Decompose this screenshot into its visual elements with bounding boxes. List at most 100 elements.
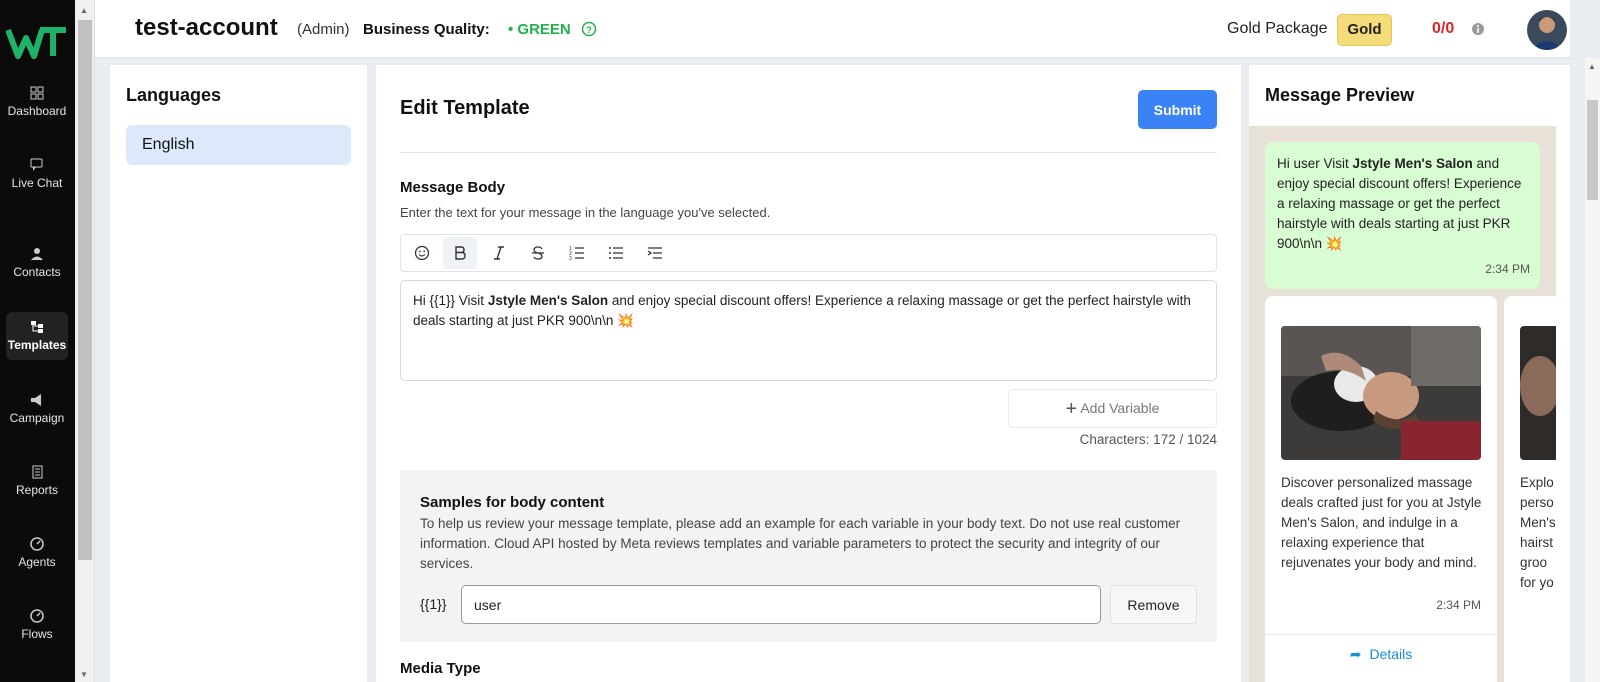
svg-text:?: ? xyxy=(586,25,592,35)
scroll-up-arrow-icon[interactable]: ▲ xyxy=(1588,62,1596,71)
sidebar-item-label: Flows xyxy=(21,627,53,641)
business-quality-value: • GREEN xyxy=(508,21,571,38)
card-divider xyxy=(1265,634,1497,635)
sidebar-item-dashboard[interactable]: Dashboard xyxy=(6,86,68,126)
chat-background: Hi user Visit Jstyle Men's Salon and enj… xyxy=(1249,126,1556,682)
svg-text:3: 3 xyxy=(569,256,572,261)
emoji-button[interactable] xyxy=(405,237,439,269)
body-text-start: Hi {{1}} Visit xyxy=(413,293,488,308)
sidebar-item-contacts[interactable]: Contacts xyxy=(6,247,68,287)
scrollbar-thumb[interactable] xyxy=(1587,100,1598,200)
sidebar-item-templates[interactable]: Templates xyxy=(6,312,68,360)
user-icon xyxy=(31,248,43,260)
indent-icon xyxy=(647,247,662,259)
quota-counter: 0/0 xyxy=(1432,20,1455,37)
samples-section: Samples for body content To help us revi… xyxy=(400,470,1217,642)
variable-sample-input[interactable] xyxy=(461,585,1101,624)
bubble-text-start: Hi user Visit xyxy=(1277,156,1353,171)
sidebar: Dashboard Live Chat Contacts Templates C… xyxy=(0,0,75,682)
account-name: test-account xyxy=(135,14,278,41)
divider xyxy=(400,152,1217,153)
scroll-up-arrow-icon[interactable]: ▲ xyxy=(80,6,88,15)
edit-template-title: Edit Template xyxy=(400,97,530,119)
remove-variable-button[interactable]: Remove xyxy=(1110,585,1197,624)
sidebar-item-label: Reports xyxy=(15,483,59,497)
strikethrough-icon xyxy=(532,246,544,260)
italic-icon xyxy=(494,246,504,260)
message-body-title: Message Body xyxy=(400,179,506,196)
languages-title: Languages xyxy=(126,85,222,105)
sidebar-item-live-chat[interactable]: Live Chat xyxy=(6,158,68,208)
bullet-list-icon xyxy=(609,247,623,259)
strikethrough-button[interactable] xyxy=(521,237,555,269)
templates-icon xyxy=(31,321,43,333)
account-role: (Admin) xyxy=(297,21,350,38)
emoji-icon xyxy=(414,245,430,261)
languages-panel: Languages English xyxy=(110,65,367,682)
card-image xyxy=(1281,326,1481,460)
app-logo[interactable] xyxy=(6,26,68,60)
formatting-toolbar: 123 xyxy=(400,234,1217,272)
scroll-down-arrow-icon[interactable]: ▼ xyxy=(80,670,88,679)
ordered-list-icon: 123 xyxy=(569,246,584,261)
sidebar-item-reports[interactable]: Reports xyxy=(6,465,68,505)
message-bubble: Hi user Visit Jstyle Men's Salon and enj… xyxy=(1265,142,1540,289)
bubble-text-bold: Jstyle Men's Salon xyxy=(1352,156,1473,171)
sidebar-item-label: Dashboard xyxy=(7,104,67,118)
bold-icon xyxy=(455,246,466,260)
top-header: test-account (Admin) Business Quality: •… xyxy=(95,0,1570,58)
card-description: Discover personalized massage deals craf… xyxy=(1281,475,1482,570)
scrollbar-thumb[interactable] xyxy=(78,20,92,560)
sidebar-scrollbar[interactable]: ▲ ▼ xyxy=(75,0,95,682)
sidebar-item-label: Campaign xyxy=(9,411,65,425)
package-badge: Gold xyxy=(1337,14,1392,46)
ordered-list-button[interactable]: 123 xyxy=(560,237,594,269)
megaphone-icon xyxy=(31,394,41,406)
message-preview-panel: Message Preview Hi user Visit Jstyle Men… xyxy=(1249,65,1570,682)
gauge-icon xyxy=(30,537,44,551)
sidebar-item-label: Live Chat xyxy=(11,176,63,190)
message-body-editor[interactable]: Hi {{1}} Visit Jstyle Men's Salon and en… xyxy=(400,280,1217,381)
sidebar-item-agents[interactable]: Agents xyxy=(6,537,68,577)
message-time: 2:34 PM xyxy=(1485,262,1530,276)
share-arrow-icon: ➦ xyxy=(1349,646,1362,662)
add-variable-button[interactable]: + Add Variable xyxy=(1008,389,1217,428)
preview-title: Message Preview xyxy=(1265,85,1415,105)
plus-icon: + xyxy=(1065,398,1078,420)
carousel-card: Discover personalized massage deals craf… xyxy=(1265,296,1497,682)
details-label: Details xyxy=(1369,646,1413,662)
user-avatar[interactable] xyxy=(1527,10,1567,50)
body-text-bold: Jstyle Men's Salon xyxy=(487,293,609,308)
package-label: Gold Package xyxy=(1227,20,1328,37)
samples-description: To help us review your message template,… xyxy=(420,516,1181,571)
card-image xyxy=(1520,326,1556,460)
dashboard-icon xyxy=(30,86,44,100)
carousel-card: Explo perso Men's hairst groo for yo xyxy=(1504,296,1556,682)
sidebar-item-campaign[interactable]: Campaign xyxy=(6,393,68,433)
add-variable-label: Add Variable xyxy=(1080,400,1160,416)
chat-icon xyxy=(30,158,43,171)
submit-button[interactable]: Submit xyxy=(1138,90,1217,129)
media-type-title: Media Type xyxy=(400,660,481,677)
variable-label: {{1}} xyxy=(420,596,447,612)
italic-button[interactable] xyxy=(482,237,516,269)
help-icon[interactable]: ? xyxy=(581,21,597,37)
info-icon[interactable] xyxy=(1471,22,1485,36)
bold-button[interactable] xyxy=(443,237,477,269)
business-quality-label: Business Quality: xyxy=(363,21,490,38)
card-description: Explo perso Men's hairst groo for yo xyxy=(1520,475,1556,590)
sidebar-item-label: Contacts xyxy=(13,265,61,279)
language-item-english[interactable]: English xyxy=(126,125,351,165)
reports-icon xyxy=(32,465,43,479)
gauge-icon xyxy=(30,609,44,623)
sidebar-item-flows[interactable]: Flows xyxy=(6,609,68,649)
details-button[interactable]: ➦ Details xyxy=(1265,646,1497,663)
card-time: 2:34 PM xyxy=(1436,598,1481,612)
indent-button[interactable] xyxy=(638,237,672,269)
sidebar-item-label: Agents xyxy=(18,555,56,569)
page-scrollbar[interactable]: ▲ xyxy=(1585,58,1600,682)
character-count: Characters: 172 / 1024 xyxy=(1079,432,1217,447)
samples-title: Samples for body content xyxy=(420,494,605,511)
edit-template-panel: Edit Template Submit Message Body Enter … xyxy=(376,65,1241,682)
bullet-list-button[interactable] xyxy=(599,237,633,269)
